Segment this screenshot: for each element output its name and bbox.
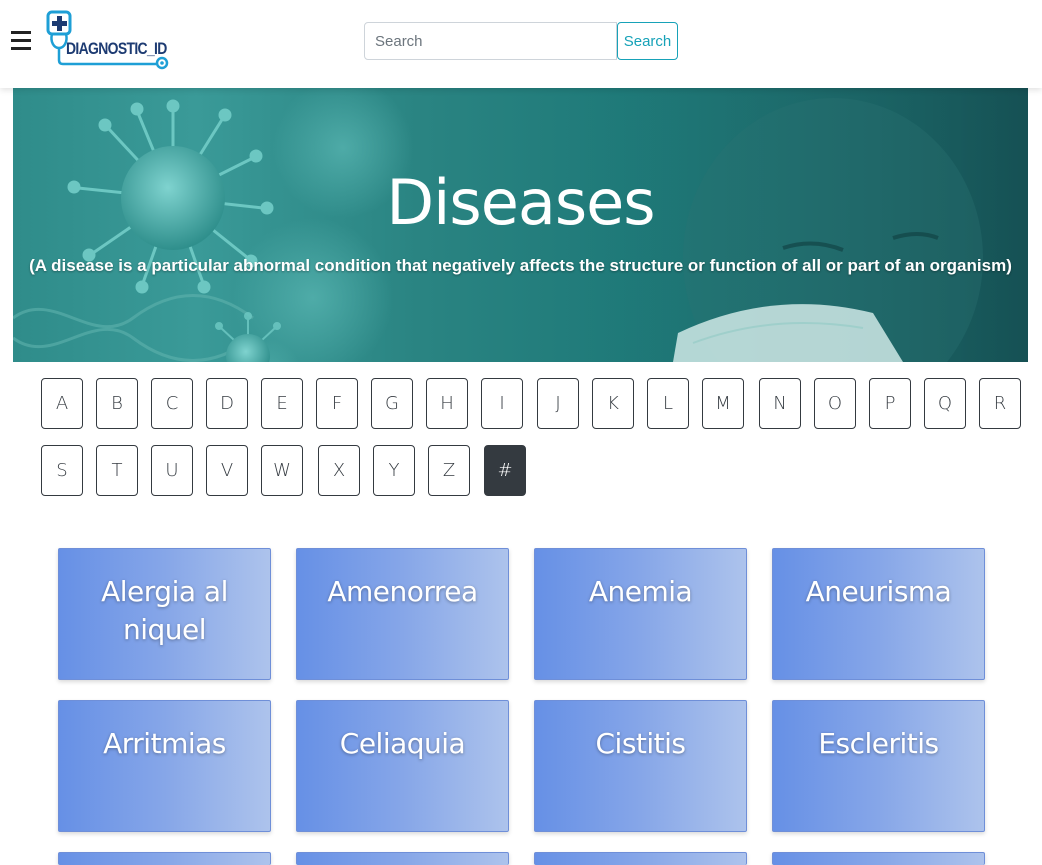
disease-card[interactable]: Escleritis: [772, 700, 985, 832]
disease-card[interactable]: Cistitis: [534, 700, 747, 832]
disease-card[interactable]: Alergia al niquel: [58, 548, 271, 680]
letter-button-d[interactable]: D: [206, 378, 248, 429]
disease-card[interactable]: Arritmias: [58, 700, 271, 832]
disease-card[interactable]: Amenorrea: [296, 548, 509, 680]
hero-banner: Diseases (A disease is a particular abno…: [13, 88, 1028, 362]
search-input[interactable]: [364, 22, 617, 60]
disease-card-title: Alergia al niquel: [101, 575, 228, 646]
disease-card[interactable]: [772, 852, 985, 865]
letter-button-g[interactable]: G: [371, 378, 413, 429]
disease-card-title: Amenorrea: [327, 575, 478, 608]
letter-button-z[interactable]: Z: [428, 445, 470, 496]
disease-card[interactable]: Celiaquia: [296, 700, 509, 832]
letter-button-s[interactable]: S: [41, 445, 83, 496]
page-title: Diseases: [386, 166, 655, 239]
search-button[interactable]: Search: [617, 22, 678, 60]
disease-card[interactable]: [58, 852, 271, 865]
disease-card[interactable]: [534, 852, 747, 865]
letter-button-j[interactable]: J: [537, 378, 579, 429]
letter-button-u[interactable]: U: [151, 445, 193, 496]
letter-button-c[interactable]: C: [151, 378, 193, 429]
letter-button-other[interactable]: #: [484, 445, 526, 496]
letter-button-i[interactable]: I: [481, 378, 523, 429]
disease-card-title: Arritmias: [103, 727, 226, 760]
letter-button-y[interactable]: Y: [373, 445, 415, 496]
logo-text: DIAGNOSTIC_ID: [66, 39, 167, 58]
letter-button-m[interactable]: M: [702, 378, 744, 429]
letter-button-k[interactable]: K: [592, 378, 634, 429]
logo[interactable]: DIAGNOSTIC_ID: [44, 10, 174, 72]
letter-button-b[interactable]: B: [96, 378, 138, 429]
letter-button-v[interactable]: V: [206, 445, 248, 496]
disease-card-title: Celiaquia: [339, 727, 466, 760]
letter-button-h[interactable]: H: [426, 378, 468, 429]
letter-button-f[interactable]: F: [316, 378, 358, 429]
disease-card-title: Anemia: [588, 575, 693, 608]
letter-button-w[interactable]: W: [261, 445, 303, 496]
disease-card[interactable]: Aneurisma: [772, 548, 985, 680]
letter-button-x[interactable]: X: [318, 445, 360, 496]
disease-card-title: Cistitis: [595, 727, 686, 760]
letter-button-p[interactable]: P: [869, 378, 911, 429]
letter-button-t[interactable]: T: [96, 445, 138, 496]
disease-card[interactable]: [296, 852, 509, 865]
letter-button-a[interactable]: A: [41, 378, 83, 429]
letter-button-e[interactable]: E: [261, 378, 303, 429]
letter-button-o[interactable]: O: [814, 378, 856, 429]
letter-button-l[interactable]: L: [647, 378, 689, 429]
letter-button-r[interactable]: R: [979, 378, 1021, 429]
navbar: DIAGNOSTIC_ID Search: [0, 0, 1042, 88]
disease-card-title: Escleritis: [818, 727, 939, 760]
page-subtitle: (A disease is a particular abnormal cond…: [29, 256, 1012, 275]
disease-card[interactable]: Anemia: [534, 548, 747, 680]
disease-card-title: Aneurisma: [805, 575, 952, 608]
menu-icon[interactable]: [11, 31, 31, 53]
letter-button-q[interactable]: Q: [924, 378, 966, 429]
letter-button-n[interactable]: N: [759, 378, 801, 429]
